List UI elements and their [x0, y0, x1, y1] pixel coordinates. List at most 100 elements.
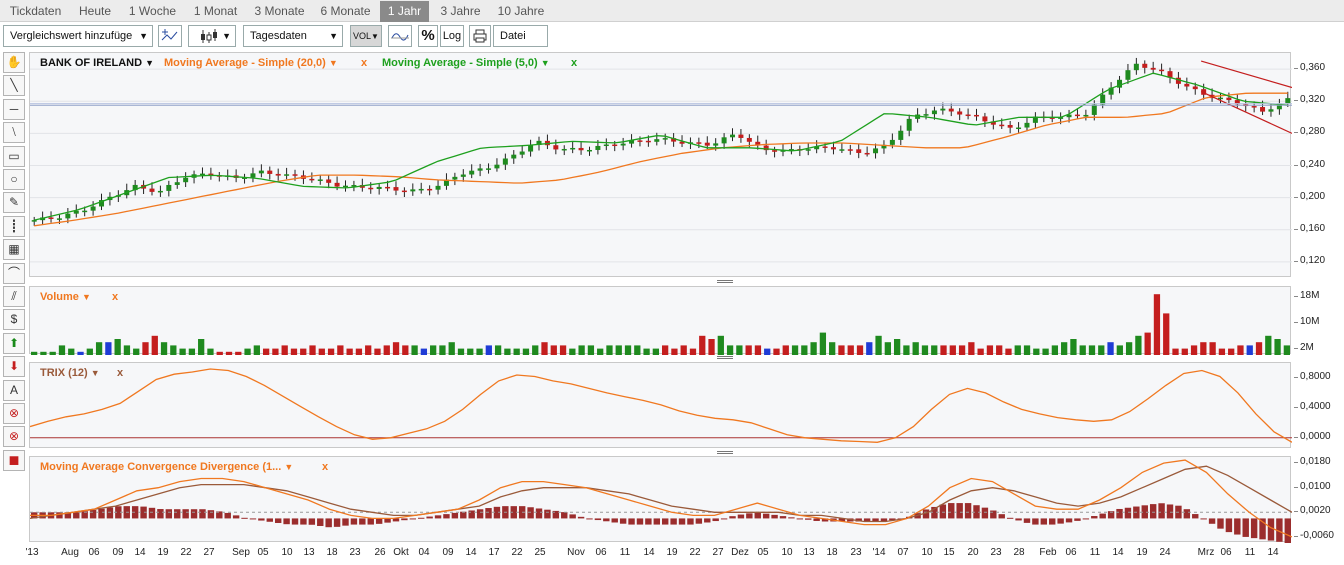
macd-histogram-bar: [645, 518, 652, 525]
macd-histogram-bar: [577, 516, 585, 519]
channel-tool-button[interactable]: ⧵: [3, 122, 25, 144]
color-picker-tool-button[interactable]: ■: [3, 449, 25, 471]
macd-histogram-bar: [990, 510, 997, 519]
ma20-remove-button[interactable]: x: [361, 57, 367, 69]
circle-tool-button[interactable]: ○: [3, 169, 25, 190]
instrument-selector[interactable]: BANK OF IRELAND ▼: [40, 57, 154, 69]
axis-tick-label: 0,160: [1300, 222, 1326, 234]
delete-all-tool-button[interactable]: ⊗: [3, 426, 25, 448]
macd-histogram-bar: [729, 516, 736, 519]
x-axis-label: 06: [1065, 547, 1077, 558]
volume-remove-button[interactable]: x: [112, 291, 118, 303]
rectangle-tool-button[interactable]: ▭: [3, 145, 25, 167]
tab-4[interactable]: 3 Monate: [248, 1, 311, 22]
file-label: Datei: [500, 30, 526, 42]
x-axis-label: 22: [689, 547, 701, 558]
macd-remove-button[interactable]: x: [322, 461, 328, 473]
candle-body: [1007, 124, 1013, 128]
candle-body: [1142, 63, 1148, 68]
hand-tool-button[interactable]: ✋: [3, 52, 25, 73]
panel-resize-handle[interactable]: [29, 450, 1291, 455]
tab-7[interactable]: 3 Jahre: [433, 1, 488, 22]
candle-body: [772, 150, 778, 152]
macd-histogram-bar: [754, 512, 761, 519]
x-axis-label: 11: [619, 547, 631, 558]
tab-3[interactable]: 1 Monat: [187, 1, 244, 22]
print-button[interactable]: [469, 25, 491, 47]
candle-body: [1285, 98, 1291, 104]
ma20-legend[interactable]: Moving Average - Simple (20,0) ▼: [164, 57, 338, 69]
ma5-remove-button[interactable]: x: [571, 57, 577, 69]
x-axis-label: 17: [488, 547, 500, 558]
tab-6[interactable]: 1 Jahr: [380, 1, 429, 22]
macd-histogram-bar: [89, 509, 97, 519]
macd-histogram-bar: [720, 518, 728, 520]
pen-tool-button[interactable]: ✎: [3, 192, 25, 214]
price-tag-icon: $: [10, 312, 18, 327]
macd-histogram-bar: [1074, 518, 1081, 521]
buy-arrow-tool-button[interactable]: ⬆: [3, 332, 25, 354]
tab-2[interactable]: 1 Woche: [122, 1, 183, 22]
horizontal-line-tool-button[interactable]: ─: [3, 98, 25, 120]
candle-body: [1268, 109, 1274, 112]
x-axis-label: 18: [326, 547, 338, 558]
candle-body: [746, 137, 752, 142]
volume-bar: [949, 345, 956, 355]
delete-tool-button[interactable]: ⊗: [3, 403, 25, 424]
candle-body: [940, 108, 946, 111]
tab-0[interactable]: Tickdaten: [3, 1, 68, 22]
trix-legend[interactable]: TRIX (12) ▼: [40, 367, 100, 379]
candle-body: [258, 170, 264, 174]
percent-button[interactable]: %: [418, 25, 438, 47]
macd-histogram-bar: [1217, 518, 1224, 529]
add-indicator-button[interactable]: [158, 25, 182, 47]
candle-body: [166, 184, 172, 191]
macd-histogram-bar: [1057, 518, 1064, 524]
arc-tool-button[interactable]: ⌒: [3, 262, 25, 284]
ma5-legend[interactable]: Moving Average - Simple (5,0) ▼: [382, 57, 550, 69]
trix-panel: TRIX (12) ▼ x: [29, 362, 1292, 448]
log-scale-button[interactable]: Log: [440, 25, 464, 47]
volume-bar: [1107, 342, 1114, 355]
macd-histogram-bar: [333, 518, 341, 527]
panel-resize-handle[interactable]: [29, 279, 1291, 284]
volume-toggle[interactable]: VOL▼: [350, 25, 382, 47]
interval-dropdown[interactable]: Tagesdaten ▼: [243, 25, 343, 47]
grid-tool-button[interactable]: ▦: [3, 239, 25, 261]
sell-arrow-tool-button[interactable]: ⬇: [3, 356, 25, 378]
volume-bar: [708, 339, 715, 355]
trix-remove-button[interactable]: x: [117, 367, 123, 379]
diagonal-line-tool-button[interactable]: ╲: [3, 75, 25, 97]
volume-bar: [559, 345, 567, 355]
tab-5[interactable]: 6 Monate: [315, 1, 376, 22]
parallel-lines-tool-button[interactable]: ⫽: [3, 286, 25, 307]
panel-resize-handle[interactable]: [29, 355, 1291, 360]
chart-type-dropdown[interactable]: ▼: [188, 25, 236, 47]
macd-histogram-bar: [695, 518, 703, 524]
macd-histogram-bar: [174, 509, 181, 519]
volume-toggle-label: VOL: [353, 31, 372, 41]
draw-line-button[interactable]: [388, 25, 412, 47]
macd-histogram-bar: [485, 508, 492, 519]
candle-body: [662, 138, 668, 140]
tab-1[interactable]: Heute: [71, 1, 119, 22]
volume-bar: [958, 345, 966, 355]
macd-histogram-bar: [628, 518, 635, 525]
axis-tick-label: 0,0100: [1300, 480, 1331, 492]
macd-legend[interactable]: Moving Average Convergence Divergence (1…: [40, 461, 293, 473]
add-comparison-dropdown[interactable]: Vergleichswert hinzufüge ▼: [3, 25, 153, 47]
fibonacci-tool-button[interactable]: ┋: [3, 215, 25, 237]
volume-legend[interactable]: Volume ▼: [40, 291, 91, 303]
price-tag-tool-button[interactable]: $: [3, 309, 25, 331]
volume-bar: [1051, 345, 1059, 355]
candle-body: [738, 134, 744, 138]
volume-bar: [1246, 345, 1253, 355]
tab-8[interactable]: 10 Jahre: [493, 1, 549, 22]
candle-body: [486, 168, 492, 170]
file-menu-button[interactable]: Datei: [493, 25, 548, 47]
text-tool-button[interactable]: A: [3, 379, 25, 401]
macd-histogram-bar: [678, 518, 686, 525]
x-axis-label: 27: [712, 547, 724, 558]
candle-body: [334, 182, 340, 187]
macd-histogram-bar: [266, 518, 273, 522]
